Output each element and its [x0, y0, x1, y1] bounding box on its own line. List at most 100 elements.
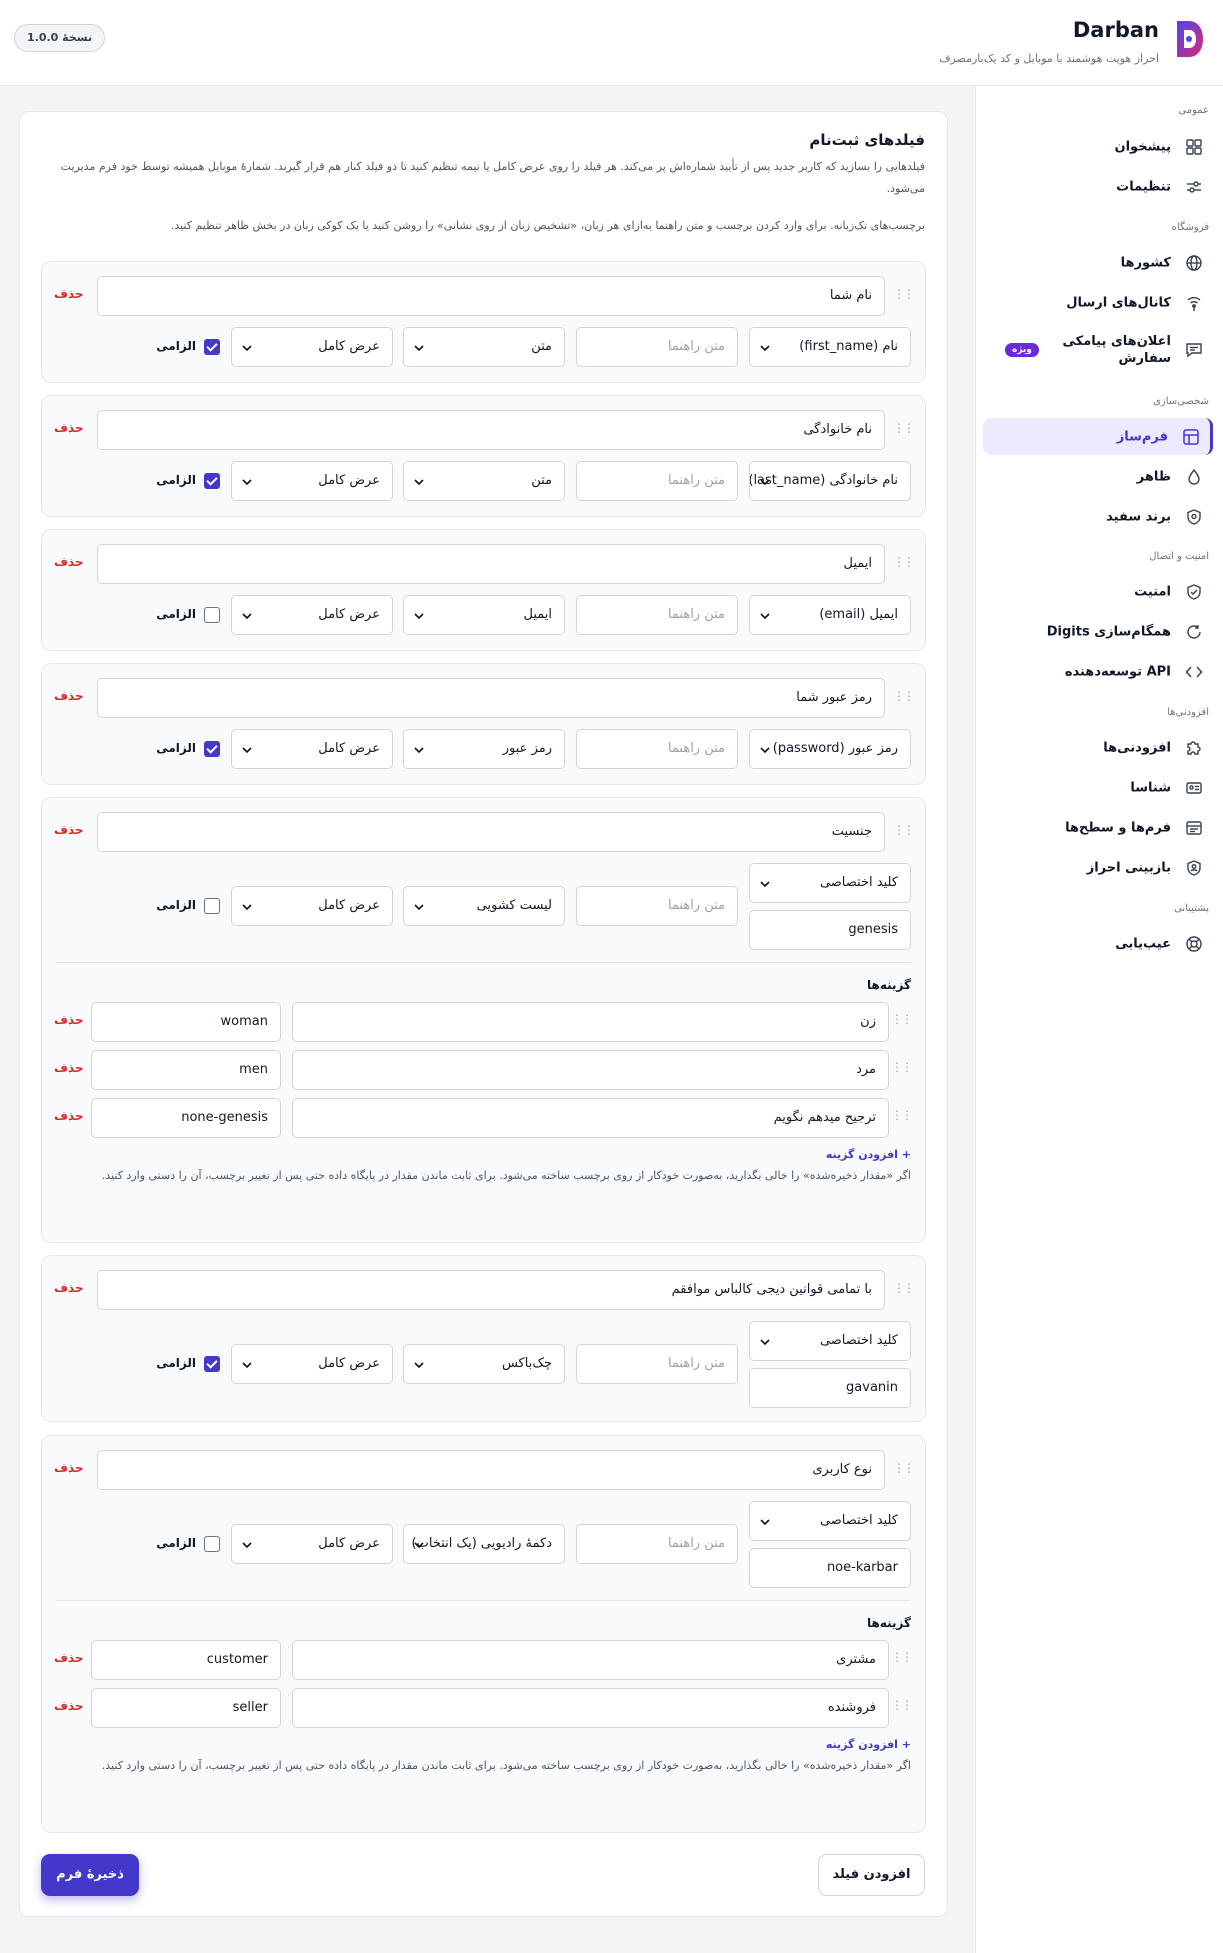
- field-width-select[interactable]: عرض کامل: [231, 595, 393, 635]
- required-checkbox[interactable]: [204, 1536, 220, 1552]
- field-label-input[interactable]: رمز عبور شما: [97, 678, 885, 718]
- field-hint-input[interactable]: متن راهنما: [576, 327, 738, 367]
- delete-field-button[interactable]: حذف: [54, 1281, 84, 1295]
- field-label-input[interactable]: نام خانوادگی: [97, 410, 885, 450]
- field-width-select[interactable]: عرض کامل: [231, 729, 393, 769]
- drag-handle-icon[interactable]: ⋮⋮: [893, 1281, 915, 1295]
- add-option-button[interactable]: + افزودن گزینه: [826, 1738, 911, 1751]
- delete-option-button[interactable]: حذف: [54, 1061, 84, 1075]
- drag-handle-icon[interactable]: ⋮⋮: [893, 287, 915, 301]
- field-hint-input[interactable]: متن راهنما: [576, 1344, 738, 1384]
- drag-handle-icon[interactable]: ⋮⋮: [893, 823, 915, 837]
- field-key-select[interactable]: کلید اختصاصی: [749, 1321, 911, 1361]
- save-form-button[interactable]: ذخیرهٔ فرم: [41, 1854, 139, 1896]
- required-checkbox[interactable]: [204, 741, 220, 757]
- option-value-input[interactable]: woman: [91, 1002, 281, 1042]
- required-checkbox[interactable]: [204, 1356, 220, 1372]
- delete-option-button[interactable]: حذف: [54, 1013, 84, 1027]
- field-type-select[interactable]: متن: [403, 461, 565, 501]
- delete-field-button[interactable]: حذف: [54, 689, 84, 703]
- field-type-select[interactable]: چک‌باکس: [403, 1344, 565, 1384]
- drag-handle-icon[interactable]: ⋮⋮: [893, 689, 915, 703]
- option-label-input[interactable]: ترجیح میدهم نگویم: [292, 1098, 889, 1138]
- sidebar-item-reverify[interactable]: بازبینی احراز: [983, 849, 1213, 886]
- required-checkbox[interactable]: [204, 339, 220, 355]
- delete-option-button[interactable]: حذف: [54, 1651, 84, 1665]
- field-width-select[interactable]: عرض کامل: [231, 1524, 393, 1564]
- required-checkbox[interactable]: [204, 607, 220, 623]
- sidebar-item-settings[interactable]: تنظیمات: [983, 168, 1213, 205]
- sidebar-item-dashboard[interactable]: پیشخوان: [983, 128, 1213, 165]
- sidebar-item-digits[interactable]: همگام‌سازی Digits: [983, 613, 1213, 650]
- field-hint-input[interactable]: متن راهنما: [576, 886, 738, 926]
- delete-field-button[interactable]: حذف: [54, 287, 84, 301]
- field-key-select[interactable]: کلید اختصاصی: [749, 863, 911, 903]
- field-label-input[interactable]: نام شما: [97, 276, 885, 316]
- field-key-select[interactable]: نام خانوادگی (last_name): [749, 461, 911, 501]
- field-hint-input[interactable]: متن راهنما: [576, 595, 738, 635]
- drag-handle-icon[interactable]: ⋮⋮: [893, 421, 915, 435]
- field-type-select[interactable]: دکمهٔ رادیویی (یک انتخاب): [403, 1524, 565, 1564]
- option-value-input[interactable]: customer: [91, 1640, 281, 1680]
- field-hint-input[interactable]: متن راهنما: [576, 1524, 738, 1564]
- add-field-button[interactable]: افزودن فیلد: [818, 1854, 925, 1896]
- drag-handle-icon[interactable]: ⋮⋮: [893, 1461, 915, 1475]
- required-checkbox[interactable]: [204, 473, 220, 489]
- field-key-select[interactable]: رمز عبور (password): [749, 729, 911, 769]
- field-type-select[interactable]: لیست کشویی: [403, 886, 565, 926]
- field-hint-input[interactable]: متن راهنما: [576, 729, 738, 769]
- delete-field-button[interactable]: حذف: [54, 555, 84, 569]
- field-width-select[interactable]: عرض کامل: [231, 461, 393, 501]
- custom-key-input[interactable]: gavanin: [749, 1368, 911, 1408]
- delete-field-button[interactable]: حذف: [54, 1461, 84, 1475]
- custom-key-input[interactable]: noe-karbar: [749, 1548, 911, 1588]
- delete-option-button[interactable]: حذف: [54, 1699, 84, 1713]
- delete-field-button[interactable]: حذف: [54, 823, 84, 837]
- option-label-input[interactable]: فروشنده: [292, 1688, 889, 1728]
- sidebar-item-api[interactable]: API توسعه‌دهنده: [983, 653, 1213, 690]
- delete-option-button[interactable]: حذف: [54, 1109, 84, 1123]
- sidebar-item-channels[interactable]: کانال‌های ارسال: [983, 284, 1213, 321]
- option-label-input[interactable]: مشتری: [292, 1640, 889, 1680]
- field-key-select[interactable]: نام (first_name): [749, 327, 911, 367]
- drag-handle-icon[interactable]: ⋮⋮: [891, 1012, 913, 1026]
- sidebar-item-addons[interactable]: افزودنی‌ها: [983, 729, 1213, 766]
- sidebar-item-security[interactable]: امنیت: [983, 573, 1213, 610]
- delete-field-button[interactable]: حذف: [54, 421, 84, 435]
- option-label-input[interactable]: مرد: [292, 1050, 889, 1090]
- option-value-input[interactable]: seller: [91, 1688, 281, 1728]
- option-value-input[interactable]: none-genesis: [91, 1098, 281, 1138]
- required-checkbox[interactable]: [204, 898, 220, 914]
- field-label-input[interactable]: نوع کاربری: [97, 1450, 885, 1490]
- sidebar-section-custom: شخصی‌سازی: [1153, 396, 1209, 407]
- field-width-select[interactable]: عرض کامل: [231, 327, 393, 367]
- sidebar-item-whitelabel[interactable]: برند سفید: [983, 498, 1213, 535]
- field-key-select[interactable]: کلید اختصاصی: [749, 1501, 911, 1541]
- sidebar-item-appearance[interactable]: ظاهر: [983, 458, 1213, 495]
- custom-key-input[interactable]: genesis: [749, 910, 911, 950]
- field-width-select[interactable]: عرض کامل: [231, 886, 393, 926]
- field-label-input[interactable]: با تمامی قوانین دیجی کالباس موافقم: [97, 1270, 885, 1310]
- option-value-input[interactable]: men: [91, 1050, 281, 1090]
- field-hint-input[interactable]: متن راهنما: [576, 461, 738, 501]
- drag-handle-icon[interactable]: ⋮⋮: [891, 1698, 913, 1712]
- sidebar-item-countries[interactable]: کشورها: [983, 244, 1213, 281]
- field-type-select[interactable]: ایمیل: [403, 595, 565, 635]
- field-type-select[interactable]: رمز عبور: [403, 729, 565, 769]
- add-option-button[interactable]: + افزودن گزینه: [826, 1148, 911, 1161]
- field-label-input[interactable]: ایمیل: [97, 544, 885, 584]
- field-label-input[interactable]: جنسیت: [97, 812, 885, 852]
- option-label-input[interactable]: زن: [292, 1002, 889, 1042]
- drag-handle-icon[interactable]: ⋮⋮: [891, 1108, 913, 1122]
- drag-handle-icon[interactable]: ⋮⋮: [891, 1060, 913, 1074]
- sidebar-item-forms[interactable]: فرم‌ها و سطح‌ها: [983, 809, 1213, 846]
- sidebar-item-formbuilder[interactable]: فرم‌ساز: [983, 418, 1213, 455]
- drag-handle-icon[interactable]: ⋮⋮: [893, 555, 915, 569]
- sidebar-item-troubleshoot[interactable]: عیب‌یابی: [983, 925, 1213, 962]
- sidebar-item-shenasa[interactable]: شناسا: [983, 769, 1213, 806]
- drag-handle-icon[interactable]: ⋮⋮: [891, 1650, 913, 1664]
- field-key-select[interactable]: ایمیل (email): [749, 595, 911, 635]
- sidebar-item-sms[interactable]: اعلان‌های پیامکی سفارش ویژه: [983, 328, 1213, 372]
- field-type-select[interactable]: متن: [403, 327, 565, 367]
- field-width-select[interactable]: عرض کامل: [231, 1344, 393, 1384]
